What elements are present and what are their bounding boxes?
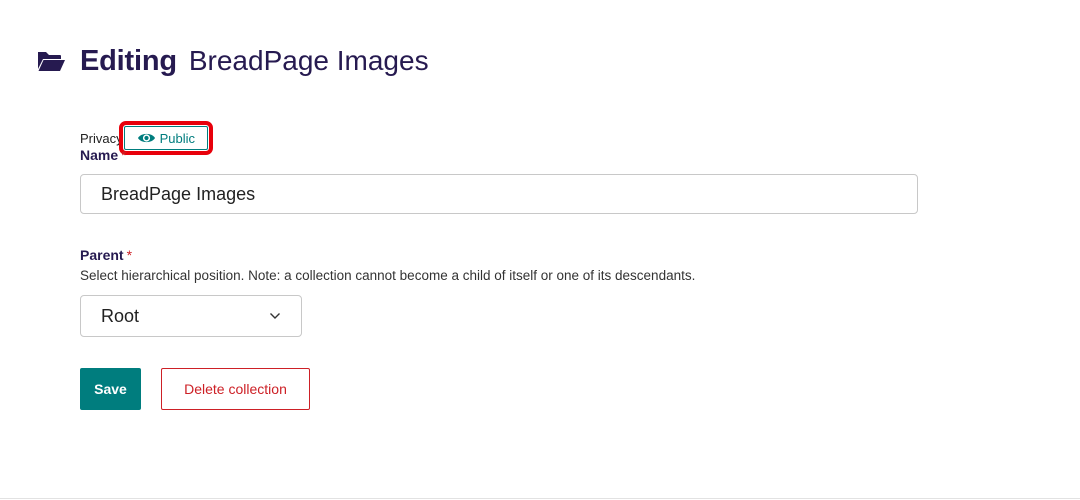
- name-label-text: Name: [80, 147, 119, 163]
- parent-select-value: Root: [101, 305, 140, 326]
- page-title: BreadPage Images: [188, 45, 429, 76]
- delete-collection-button[interactable]: Delete collection: [161, 368, 310, 410]
- name-label: Name *: [80, 147, 127, 163]
- page-title-verb: Editing: [80, 44, 177, 77]
- parent-label: Parent *: [80, 247, 132, 263]
- required-marker: *: [126, 247, 133, 263]
- eye-icon: [137, 131, 156, 145]
- divider: [0, 498, 1080, 499]
- parent-select[interactable]: Root: [80, 295, 302, 337]
- chevron-down-icon: [269, 312, 281, 320]
- parent-help-text: Select hierarchical position. Note: a co…: [80, 268, 696, 283]
- required-marker: *: [121, 147, 127, 163]
- parent-label-text: Parent: [80, 247, 124, 263]
- privacy-badge-label: Public: [159, 130, 196, 146]
- save-button[interactable]: Save: [80, 368, 141, 410]
- privacy-label: Privacy: [80, 130, 123, 146]
- name-input[interactable]: [80, 174, 918, 214]
- privacy-highlight: Public: [118, 121, 214, 155]
- privacy-toggle-button[interactable]: Public: [123, 126, 209, 150]
- folder-open-icon: [36, 49, 66, 73]
- page-header: Editing BreadPage Images: [36, 42, 429, 80]
